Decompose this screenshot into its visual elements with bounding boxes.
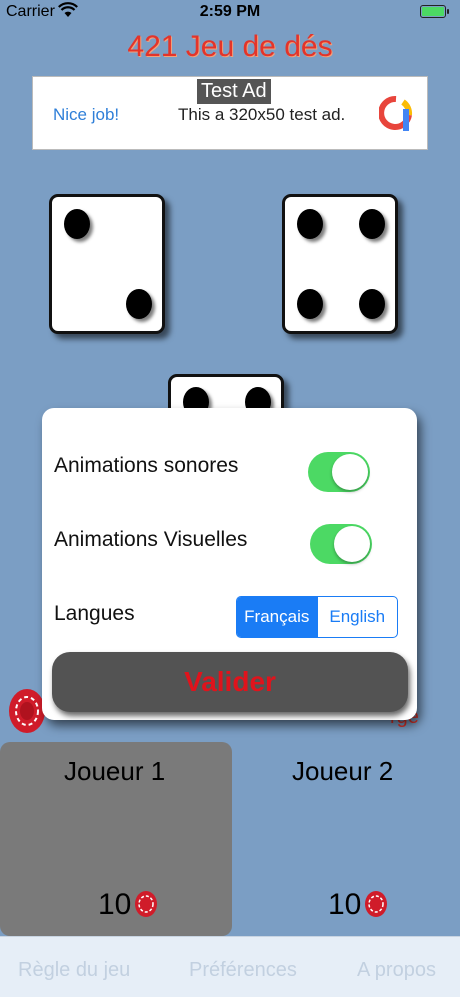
validate-button[interactable]: Valider (52, 652, 408, 712)
die-2[interactable] (282, 194, 398, 334)
chip-icon (134, 890, 158, 923)
player-1-name: Joueur 1 (64, 756, 166, 786)
chip-icon (8, 688, 46, 739)
tab-bar: Règle du jeu Préférences A propos (0, 936, 460, 997)
battery-icon (420, 5, 449, 18)
tab-about[interactable]: A propos (357, 959, 436, 982)
tab-preferences[interactable]: Préférences (189, 959, 297, 982)
language-option-english[interactable]: English (318, 597, 398, 637)
die-pip (359, 289, 385, 319)
die-pip (297, 289, 323, 319)
player-1-score: 10 (98, 888, 132, 921)
die-pip (126, 289, 152, 319)
die-pip (359, 209, 385, 239)
status-bar: Carrier 2:59 PM (0, 0, 460, 24)
ad-nice-job: Nice job! (53, 105, 120, 124)
die-pip (297, 209, 323, 239)
player-2-name: Joueur 2 (292, 756, 394, 786)
ad-logo-icon (378, 95, 413, 138)
language-segmented-control[interactable]: Français English (236, 596, 398, 638)
clock: 2:59 PM (199, 3, 261, 20)
chip-icon (364, 890, 388, 923)
die-pip (64, 209, 90, 239)
ad-tag: Test Ad (197, 79, 271, 104)
ad-text: This a 320x50 test ad. (178, 105, 346, 124)
player-2-score: 10 (328, 888, 362, 921)
sound-animations-toggle[interactable] (308, 452, 370, 492)
ad-banner[interactable]: Test Ad Nice job! This a 320x50 test ad. (32, 76, 428, 150)
die-1[interactable] (49, 194, 165, 334)
language-label: Langues (54, 602, 135, 625)
sound-animations-label: Animations sonores (54, 454, 239, 477)
app-title: 421 Jeu de dés (127, 30, 333, 63)
visual-animations-label: Animations Visuelles (54, 528, 248, 551)
settings-dialog: Animations sonores Animations Visuelles … (42, 408, 417, 720)
tab-rules[interactable]: Règle du jeu (18, 959, 130, 982)
language-option-french[interactable]: Français (237, 597, 318, 637)
visual-animations-toggle[interactable] (310, 524, 372, 564)
